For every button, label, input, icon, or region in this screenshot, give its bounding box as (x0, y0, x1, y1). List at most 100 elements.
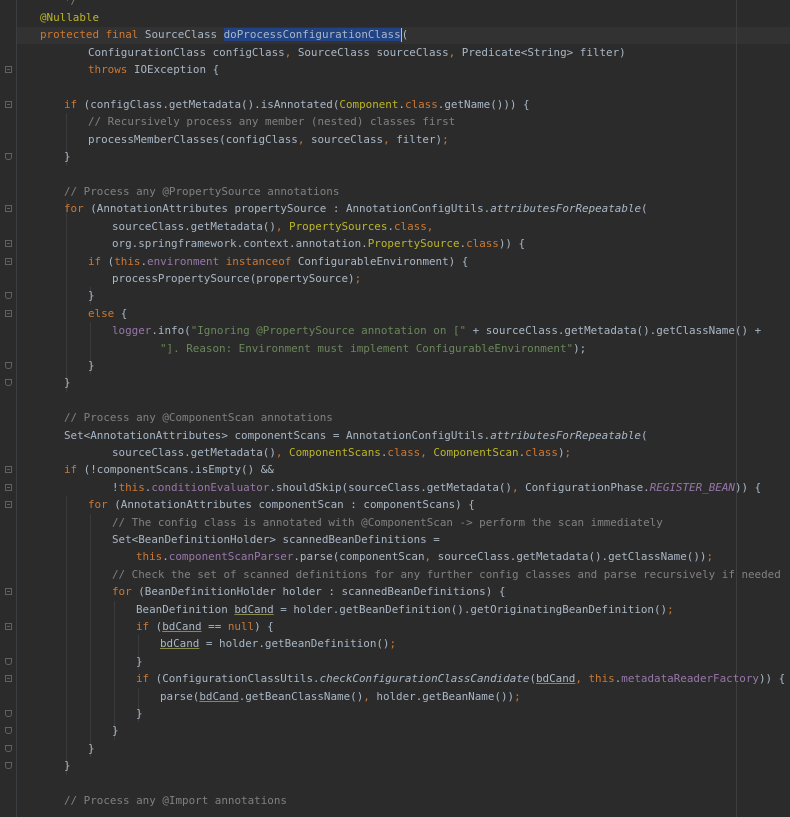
fold-collapse-icon[interactable] (5, 362, 12, 369)
code-token: else (88, 306, 115, 320)
code-token: { (114, 306, 128, 320)
code-token: ( (149, 620, 163, 633)
fold-collapse-icon[interactable] (5, 153, 12, 161)
fold-collapse-icon[interactable] (5, 744, 12, 752)
code-token: (ConfigurationClassUtils. (149, 672, 320, 686)
code-token: // The config class is annotated with @C… (112, 515, 663, 529)
code-line: @Nullable (40, 9, 99, 26)
code-line: throws IOException { (88, 61, 219, 78)
fold-collapse-icon[interactable] (5, 657, 12, 665)
code-token: ( (101, 254, 115, 268)
code-token: logger (112, 324, 152, 338)
code-token: org.springframework.context.annotation. (112, 237, 368, 251)
fold-expand-icon[interactable] (5, 588, 12, 596)
code-token: .getBeanClassName() (238, 689, 364, 703)
code-token: (!componentScans.isEmpty() && (77, 463, 274, 477)
code-token: for (112, 585, 132, 599)
fold-expand-icon[interactable] (5, 66, 12, 74)
code-token: (configClass.getMetadata().isAnnotated( (77, 98, 340, 111)
code-token: // Process any @ComponentScan annotation… (64, 411, 333, 425)
fold-expand-icon[interactable] (5, 309, 12, 317)
code-token: "Ignoring @PropertySource annotation on … (190, 324, 467, 338)
code-token: ; (354, 272, 362, 285)
code-line: } (64, 757, 71, 774)
code-token: if (64, 98, 78, 111)
code-token: ); (573, 341, 587, 355)
fold-collapse-icon[interactable] (5, 292, 12, 300)
code-line: else { (88, 305, 127, 322)
code-token: } (112, 724, 119, 738)
code-token: attributesForRepeatable (490, 202, 642, 216)
fold-expand-icon[interactable] (5, 501, 12, 509)
fold-expand-icon[interactable] (5, 240, 12, 248)
code-token: class (525, 446, 558, 459)
code-line: if (!componentScans.isEmpty() && (64, 461, 274, 478)
code-token: class (393, 219, 427, 233)
fold-collapse-icon[interactable] (5, 710, 12, 717)
code-line: // Check the set of scanned definitions … (112, 566, 781, 583)
code-token: if (88, 254, 102, 268)
code-line: for (AnnotationAttributes componentScan … (88, 496, 475, 513)
code-token: } (64, 376, 71, 390)
code-line: // The config class is annotated with @C… (112, 514, 663, 531)
code-line: if (this.environment instanceof Configur… (88, 253, 468, 270)
code-token: ( (641, 428, 648, 442)
right-margin-guide (736, 0, 737, 817)
code-token: } (136, 707, 143, 720)
code-line: } (136, 653, 143, 670)
code-token: )) { (498, 237, 526, 251)
code-token: this (118, 480, 145, 494)
fold-expand-icon[interactable] (5, 623, 12, 630)
code-editor[interactable]: */ @Nullable protected final SourceClass d… (0, 0, 790, 817)
code-token: ComponentScans (289, 446, 381, 459)
code-line: parse(bdCand.getBeanClassName(), holder.… (160, 688, 521, 705)
code-token: parse( (160, 689, 200, 703)
code-line: "]. Reason: Environment must implement C… (160, 340, 586, 357)
code-token: )) { (734, 480, 762, 494)
code-token: BeanDefinition (136, 602, 235, 616)
code-line: logger.info("Ignoring @PropertySource an… (112, 322, 761, 339)
code-line: } (136, 705, 143, 722)
code-token: ; (389, 637, 397, 651)
fold-expand-icon[interactable] (5, 483, 12, 491)
indent-guide (90, 513, 91, 758)
code-token: .shouldSkip(sourceClass.getMetadata() (269, 480, 512, 494)
code-token: attributesForRepeatable (490, 428, 641, 442)
fold-collapse-icon[interactable] (5, 379, 12, 387)
code-token: .getName())) { (437, 98, 530, 111)
code-token: bdCand (536, 672, 576, 686)
code-token: } (64, 759, 71, 773)
code-token: ( (641, 202, 648, 216)
fold-collapse-icon[interactable] (5, 762, 12, 770)
fold-expand-icon[interactable] (5, 205, 12, 213)
code-token: )) { (758, 672, 786, 686)
code-token: , (426, 219, 434, 233)
code-line: Set<AnnotationAttributes> componentScans… (64, 427, 648, 444)
code-token: ; (442, 132, 449, 146)
code-token: ComponentScan (433, 446, 519, 459)
indent-guide (66, 200, 67, 392)
code-line: processMemberClasses(configClass, source… (88, 131, 449, 148)
code-token: this (136, 550, 163, 564)
code-token: SourceClass (138, 28, 224, 42)
code-token: } (88, 289, 95, 303)
code-token: componentScanParser (168, 550, 294, 564)
code-line: BeanDefinition bdCand = holder.getBeanDe… (136, 601, 674, 618)
indent-guide (114, 600, 115, 740)
code-token: "]. Reason: Environment must implement C… (160, 341, 574, 355)
fold-expand-icon[interactable] (5, 675, 12, 683)
code-token: filter) (389, 132, 443, 146)
fold-collapse-icon[interactable] (5, 727, 12, 735)
fold-expand-icon[interactable] (5, 466, 12, 474)
code-line: sourceClass.getMetadata(), ComponentScan… (112, 444, 571, 461)
code-line: org.springframework.context.annotation.P… (112, 235, 525, 252)
code-token: for (88, 498, 108, 512)
code-token: @Nullable (40, 11, 100, 24)
gutter[interactable] (0, 0, 16, 817)
fold-expand-icon[interactable] (5, 257, 12, 265)
fold-expand-icon[interactable] (5, 101, 12, 108)
code-token: checkConfigurationClassCandidate (319, 672, 530, 686)
code-line: bdCand = holder.getBeanDefinition(); (160, 635, 396, 652)
code-token: Predicate<String> filter) (455, 45, 626, 59)
code-line: // Process any @Import annotations (64, 792, 287, 809)
